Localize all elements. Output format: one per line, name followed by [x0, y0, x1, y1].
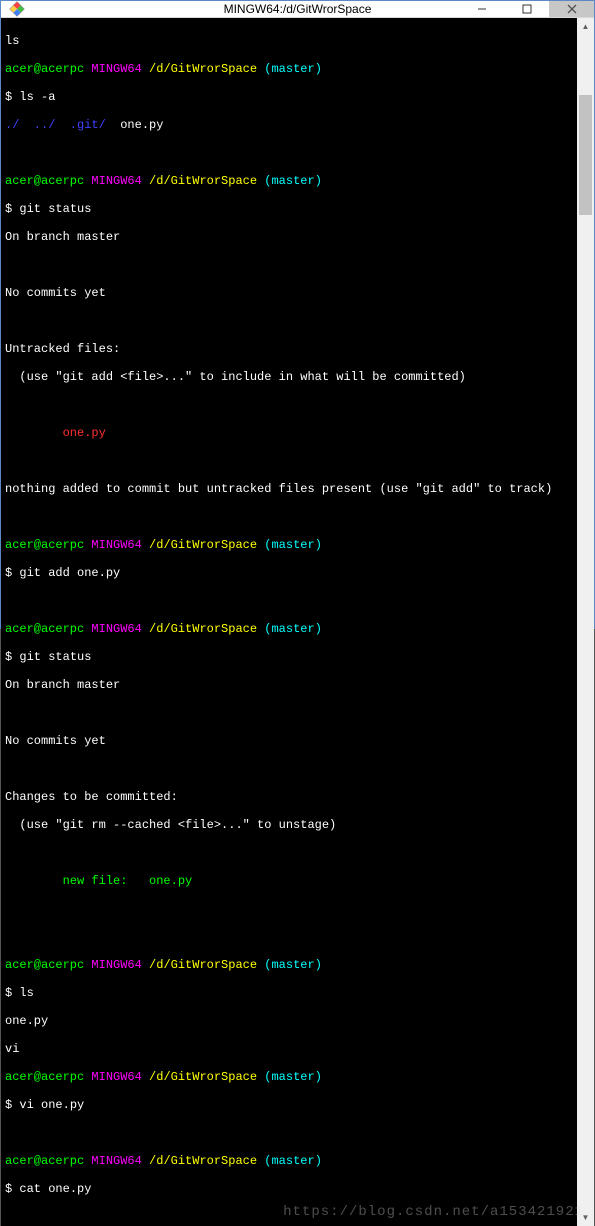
output-line: (use "git rm --cached <file>..." to unst…: [5, 818, 573, 832]
scroll-track[interactable]: [577, 35, 594, 1209]
scrollbar[interactable]: ▲ ▼: [577, 18, 594, 1226]
scroll-thumb[interactable]: [579, 95, 592, 215]
command-line: $ git status: [5, 650, 573, 664]
output-line: No commits yet: [5, 286, 573, 300]
scroll-up-button[interactable]: ▲: [577, 18, 594, 35]
output-line: new file: one.py: [5, 874, 573, 888]
output-line: On branch master: [5, 230, 573, 244]
window-frame: MINGW64:/d/GitWrorSpace ls acer@acerpc M…: [0, 0, 595, 629]
blank-line: [5, 594, 573, 608]
output-line: one.py: [5, 426, 573, 440]
blank-line: [5, 146, 573, 160]
close-button[interactable]: [549, 1, 594, 17]
output-line: On branch master: [5, 678, 573, 692]
prompt-line: acer@acerpc MINGW64 /d/GitWrorSpace (mas…: [5, 958, 573, 972]
scroll-down-button[interactable]: ▼: [577, 1209, 594, 1226]
blank-line: [5, 706, 573, 720]
titlebar[interactable]: MINGW64:/d/GitWrorSpace: [1, 1, 594, 18]
output-line: ./ ../ .git/ one.py: [5, 118, 573, 132]
output-line: Untracked files:: [5, 342, 573, 356]
blank-line: [5, 902, 573, 916]
output-line: one.py: [5, 1014, 573, 1028]
blank-line: [5, 1126, 573, 1140]
minimize-button[interactable]: [459, 1, 504, 17]
blank-line: [5, 258, 573, 272]
prompt-line: acer@acerpc MINGW64 /d/GitWrorSpace (mas…: [5, 1154, 573, 1168]
blank-line: [5, 314, 573, 328]
command-line: $ ls: [5, 986, 573, 1000]
blank-line: [5, 510, 573, 524]
prompt-line: acer@acerpc MINGW64 /d/GitWrorSpace (mas…: [5, 622, 573, 636]
window-buttons: [459, 1, 594, 17]
prompt-line: acer@acerpc MINGW64 /d/GitWrorSpace (mas…: [5, 174, 573, 188]
app-icon: [9, 1, 25, 17]
command-line: $ cat one.py: [5, 1182, 573, 1196]
command-line: $ ls -a: [5, 90, 573, 104]
terminal[interactable]: ls acer@acerpc MINGW64 /d/GitWrorSpace (…: [1, 18, 577, 1226]
blank-line: [5, 762, 573, 776]
output-line: vi: [5, 1042, 573, 1056]
prompt-line: acer@acerpc MINGW64 /d/GitWrorSpace (mas…: [5, 1070, 573, 1084]
maximize-button[interactable]: [504, 1, 549, 17]
command-line: $ git status: [5, 202, 573, 216]
terminal-area: ls acer@acerpc MINGW64 /d/GitWrorSpace (…: [1, 18, 594, 1226]
blank-line: [5, 454, 573, 468]
prompt-line: acer@acerpc MINGW64 /d/GitWrorSpace (mas…: [5, 538, 573, 552]
blank-line: [5, 398, 573, 412]
output-line: ls: [5, 34, 573, 48]
command-line: $ vi one.py: [5, 1098, 573, 1112]
prompt-line: acer@acerpc MINGW64 /d/GitWrorSpace (mas…: [5, 62, 573, 76]
output-line: No commits yet: [5, 734, 573, 748]
output-line: (use "git add <file>..." to include in w…: [5, 370, 573, 384]
command-line: $ git add one.py: [5, 566, 573, 580]
output-line: Changes to be committed:: [5, 790, 573, 804]
output-line: nothing added to commit but untracked fi…: [5, 482, 573, 496]
blank-line: [5, 846, 573, 860]
blank-line: [5, 930, 573, 944]
